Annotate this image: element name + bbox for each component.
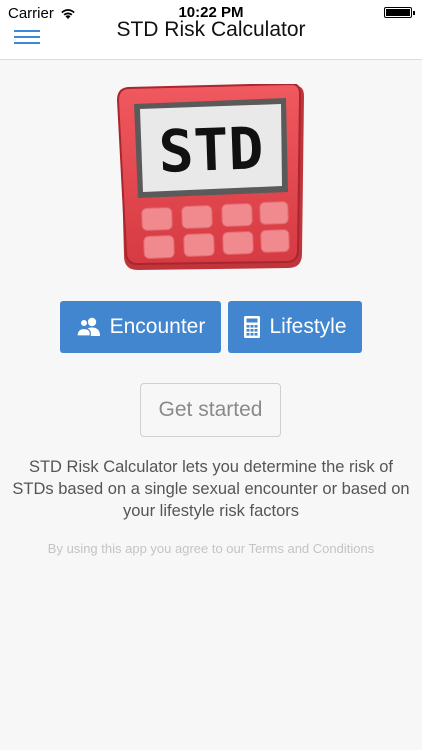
logo-text: STD (157, 114, 264, 186)
navigation-bar: STD Risk Calculator (0, 18, 422, 60)
users-icon (76, 317, 102, 337)
calculator-icon (243, 315, 261, 339)
std-calculator-logo: STD (116, 84, 304, 270)
mode-buttons: Encounter Lifestyle (60, 301, 362, 353)
terms-link[interactable]: By using this app you agree to our Terms… (0, 541, 422, 556)
lifestyle-label: Lifestyle (269, 315, 347, 338)
battery-icon (384, 7, 415, 18)
encounter-label: Encounter (109, 315, 206, 338)
get-started-button[interactable]: Get started (140, 383, 281, 437)
app-description: STD Risk Calculator lets you determine t… (12, 458, 410, 520)
encounter-button[interactable]: Encounter (60, 301, 221, 353)
page-title: STD Risk Calculator (116, 18, 306, 41)
lifestyle-button[interactable]: Lifestyle (228, 301, 362, 353)
